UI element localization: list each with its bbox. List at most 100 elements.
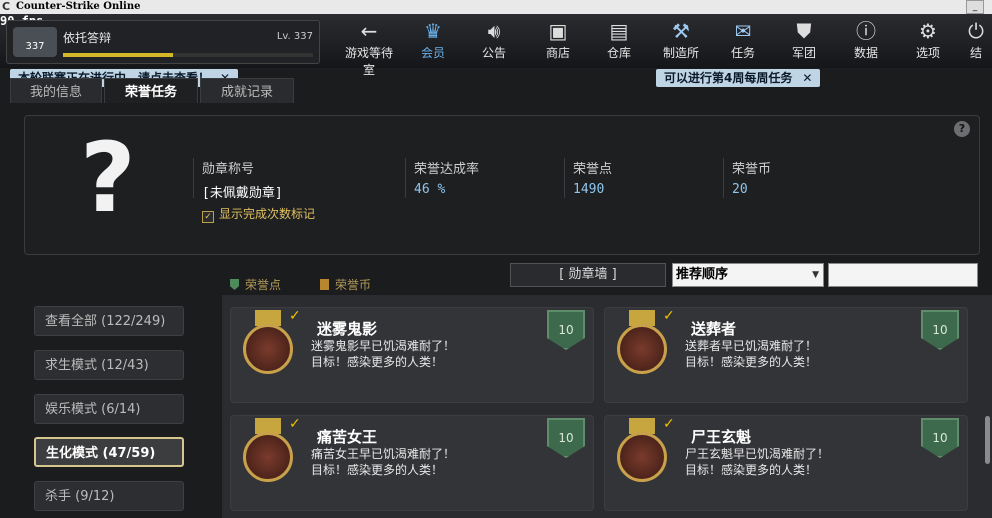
sidebar-item-label: 娱乐模式 (6/14)	[45, 402, 141, 417]
exp-bar	[63, 53, 313, 57]
coins-label: 荣誉币	[732, 162, 772, 177]
nav-label: 军团	[791, 46, 816, 60]
exp-bar-fill	[63, 53, 173, 57]
legend-coins-label: 荣誉币	[335, 278, 372, 292]
chevron-down-icon: ▼	[812, 270, 819, 280]
completed-check-icon: ✓	[289, 308, 301, 324]
mission-description: 痛苦女王早已饥渴难耐了！ 目标！感染更多的人类！	[311, 446, 455, 478]
sidebar-item-zombie[interactable]: 生化模式 (47/59)	[34, 437, 184, 467]
nav-label: 仓库	[606, 46, 631, 60]
medal-placeholder-icon: ?	[80, 122, 136, 234]
mission-desc-line: 目标！感染更多的人类！	[685, 463, 818, 477]
speaker-icon: 🔊︎	[487, 19, 501, 43]
nav-announcement[interactable]: 🔊︎ 公告	[467, 18, 521, 66]
weekly-notice-text: 可以进行第4周每周任务	[664, 71, 793, 85]
craft-icon: ⚒	[672, 19, 690, 43]
mission-icon: ✉	[734, 19, 752, 43]
show-completion-checkbox[interactable]: ✓ 显示完成次数标记	[202, 205, 315, 223]
nav-label: 制造所	[662, 46, 699, 60]
mission-card[interactable]: ✓ 迷雾鬼影 迷雾鬼影早已饥渴难耐了！ 目标！感染更多的人类！ 10	[230, 307, 594, 403]
medal-title-value: [未佩戴勋章]	[202, 186, 283, 201]
mission-card[interactable]: ✓ 尸王玄魁 尸王玄魁早已饥渴难耐了！ 目标！感染更多的人类！ 10	[604, 415, 968, 511]
minimize-button[interactable]: _	[966, 0, 984, 14]
mission-desc-line: 目标！感染更多的人类！	[311, 355, 444, 369]
points-label: 荣誉点	[573, 162, 613, 177]
legend-points: 荣誉点	[230, 276, 281, 293]
points-shield: 10	[921, 310, 959, 350]
sidebar-item-all[interactable]: 查看全部 (122/249)	[34, 306, 184, 336]
sidebar-item-label: 杀手 (9/12)	[45, 489, 115, 504]
checkbox-check-icon[interactable]: ✓	[202, 211, 214, 223]
nav-label: 公告	[481, 46, 506, 60]
sort-select[interactable]: 推荐顺序 ▼	[672, 263, 824, 287]
nav-exit[interactable]: ⏻ 结	[960, 18, 992, 66]
tab-achievements[interactable]: 成就记录	[200, 78, 294, 103]
mission-name: 迷雾鬼影	[317, 320, 378, 338]
nav-label: 商店	[545, 46, 570, 60]
nav-label: 会员	[420, 46, 445, 60]
sidebar-item-fun[interactable]: 娱乐模式 (6/14)	[34, 394, 184, 424]
mission-card[interactable]: ✓ 痛苦女王 痛苦女王早已饥渴难耐了！ 目标！感染更多的人类！ 10	[230, 415, 594, 511]
nav-label: 游戏等待室	[344, 46, 393, 77]
weekly-notice[interactable]: 可以进行第4周每周任务 ✕	[656, 69, 821, 87]
mission-description: 送葬者早已饥渴难耐了！ 目标！感染更多的人类！	[685, 338, 817, 370]
mission-name: 尸王玄魁	[691, 428, 752, 446]
points-value: 1490	[573, 182, 605, 197]
nav-craft[interactable]: ⚒ 制造所	[654, 18, 708, 66]
mission-desc-line: 迷雾鬼影早已饥渴难耐了！	[311, 339, 456, 353]
nav-label: 任务	[730, 46, 755, 60]
bookmark-icon	[320, 279, 329, 290]
mission-card[interactable]: ✓ 送葬者 送葬者早已饥渴难耐了！ 目标！感染更多的人类！ 10	[604, 307, 968, 403]
nav-clan[interactable]: ⛊ 军团	[777, 18, 831, 66]
medal-wall-button[interactable]: [ 勋章墙 ]	[510, 263, 666, 287]
power-icon: ⏻	[968, 19, 984, 43]
legend-coins: 荣誉币	[320, 276, 371, 293]
close-icon[interactable]: ✕	[802, 71, 812, 85]
points-stat: 荣誉点 1490	[564, 158, 612, 198]
completed-check-icon: ✓	[663, 416, 675, 432]
checkbox-label: 显示完成次数标记	[219, 207, 316, 221]
exclamation-icon: ⓘ	[856, 19, 876, 43]
search-input[interactable]	[828, 263, 978, 287]
tab-honor-missions[interactable]: 荣誉任务	[104, 78, 198, 103]
completion-value: 46 %	[414, 182, 446, 197]
info-panel	[24, 115, 980, 255]
sidebar-item-killer[interactable]: 杀手 (9/12)	[34, 481, 184, 511]
window-title: Counter-Strike Online	[16, 1, 141, 12]
nav-inventory[interactable]: ▤ 仓库	[592, 18, 646, 66]
mission-name: 送葬者	[691, 320, 737, 338]
medal-title-label: 勋章称号	[202, 162, 255, 177]
mission-list: ✓ 迷雾鬼影 迷雾鬼影早已饥渴难耐了！ 目标！感染更多的人类！ 10 ✓ 送葬者 …	[222, 295, 992, 518]
nav-label: 结	[969, 46, 982, 60]
briefcase-icon: ▤	[609, 19, 629, 43]
points-shield: 10	[547, 310, 585, 350]
sidebar-item-label: 求生模式 (12/43)	[45, 358, 149, 373]
green-shield-icon	[230, 279, 239, 290]
shield-f-icon: ⛊	[796, 19, 812, 43]
profile-card[interactable]: 337 依托答辩 Lv. 337	[6, 20, 320, 64]
completed-check-icon: ✓	[663, 308, 675, 324]
nav-options[interactable]: ⚙ 选项	[901, 18, 955, 66]
app-logo-icon: C	[2, 0, 11, 13]
player-level: Lv. 337	[276, 31, 313, 42]
nav-mission[interactable]: ✉ 任务	[716, 18, 770, 66]
rank-badge-number: 337	[25, 41, 45, 52]
nav-vip[interactable]: ♛ 会员	[406, 18, 460, 66]
rank-badge: 337	[13, 27, 57, 57]
tab-label: 荣誉任务	[124, 85, 177, 100]
coins-value: 20	[732, 182, 748, 197]
player-name: 依托答辩	[63, 31, 112, 45]
nav-label: 数据	[853, 46, 878, 60]
help-icon[interactable]: ?	[954, 121, 970, 137]
list-scrollbar[interactable]	[985, 416, 990, 464]
nav-shop[interactable]: ▣ 商店	[531, 18, 585, 66]
tab-label: 我的信息	[29, 85, 82, 100]
sort-select-value: 推荐顺序	[676, 267, 729, 282]
tab-my-info[interactable]: 我的信息	[10, 78, 102, 103]
nav-lobby[interactable]: ← 游戏等待室	[342, 18, 396, 77]
sidebar-item-survival[interactable]: 求生模式 (12/43)	[34, 350, 184, 380]
mission-desc-line: 送葬者早已饥渴难耐了！	[685, 339, 818, 353]
sidebar-item-label: 生化模式 (47/59)	[46, 446, 156, 461]
nav-stats[interactable]: ⓘ 数据	[839, 18, 893, 66]
crown-icon: ♛	[424, 19, 442, 43]
